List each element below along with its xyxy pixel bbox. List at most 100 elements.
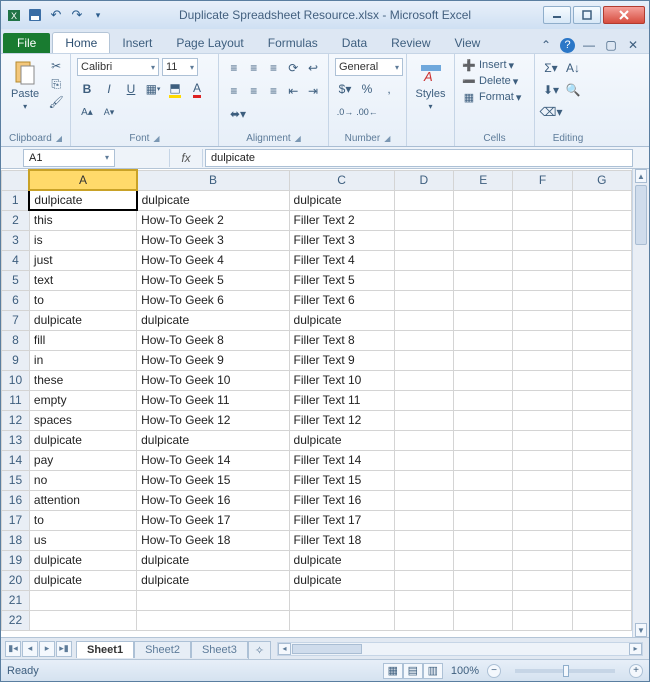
align-top-icon[interactable]: ≡ [225, 58, 243, 78]
cell-F22[interactable] [513, 610, 572, 630]
tab-data[interactable]: Data [330, 33, 379, 53]
cell-C11[interactable]: Filler Text 11 [289, 390, 394, 410]
cell-A17[interactable]: to [29, 510, 136, 530]
cell-G2[interactable] [572, 210, 631, 230]
cell-E13[interactable] [454, 430, 513, 450]
number-format-combo[interactable]: General▾ [335, 58, 403, 76]
cell-F11[interactable] [513, 390, 572, 410]
cell-B2[interactable]: How-To Geek 2 [137, 210, 289, 230]
cell-D12[interactable] [394, 410, 453, 430]
cell-G1[interactable] [572, 190, 631, 210]
cell-G19[interactable] [572, 550, 631, 570]
cell-C8[interactable]: Filler Text 8 [289, 330, 394, 350]
maximize-button[interactable] [573, 6, 601, 24]
cell-F1[interactable] [513, 190, 572, 210]
row-header[interactable]: 15 [2, 470, 30, 490]
cell-D9[interactable] [394, 350, 453, 370]
cell-C7[interactable]: dulpicate [289, 310, 394, 330]
fill-icon[interactable]: ⬇▾ [541, 80, 561, 100]
sort-filter-icon[interactable]: A↓ [563, 58, 583, 78]
horizontal-scrollbar[interactable]: ◂ ▸ [277, 642, 643, 656]
cell-G21[interactable] [572, 590, 631, 610]
cell-E21[interactable] [454, 590, 513, 610]
col-header-F[interactable]: F [513, 170, 572, 190]
cell-B21[interactable] [137, 590, 289, 610]
col-header-D[interactable]: D [394, 170, 453, 190]
tab-formulas[interactable]: Formulas [256, 33, 330, 53]
cell-G17[interactable] [572, 510, 631, 530]
cell-G8[interactable] [572, 330, 631, 350]
cell-D4[interactable] [394, 250, 453, 270]
cell-E15[interactable] [454, 470, 513, 490]
cell-D11[interactable] [394, 390, 453, 410]
cell-B16[interactable]: How-To Geek 16 [137, 490, 289, 510]
cell-A4[interactable]: just [29, 250, 136, 270]
decrease-decimal-icon[interactable]: .00← [357, 102, 377, 122]
cell-C9[interactable]: Filler Text 9 [289, 350, 394, 370]
cell-F4[interactable] [513, 250, 572, 270]
workbook-close-icon[interactable]: ✕ [625, 37, 641, 53]
styles-button[interactable]: A Styles▾ [413, 58, 448, 113]
cell-B20[interactable]: dulpicate [137, 570, 289, 590]
autosum-icon[interactable]: Σ▾ [541, 58, 561, 78]
cell-E8[interactable] [454, 330, 513, 350]
cell-C12[interactable]: Filler Text 12 [289, 410, 394, 430]
align-left-icon[interactable]: ≡ [225, 81, 243, 101]
cell-A1[interactable]: dulpicate [29, 190, 136, 210]
cell-G6[interactable] [572, 290, 631, 310]
cell-F7[interactable] [513, 310, 572, 330]
row-header[interactable]: 20 [2, 570, 30, 590]
cell-A15[interactable]: no [29, 470, 136, 490]
cell-E2[interactable] [454, 210, 513, 230]
cell-grid[interactable]: A B C D E F G 1dulpicatedulpicatedulpica… [1, 169, 632, 631]
col-header-G[interactable]: G [572, 170, 631, 190]
copy-icon[interactable]: ⎘ [47, 76, 65, 92]
cell-E9[interactable] [454, 350, 513, 370]
cell-C2[interactable]: Filler Text 2 [289, 210, 394, 230]
cell-G7[interactable] [572, 310, 631, 330]
increase-decimal-icon[interactable]: .0→ [335, 102, 355, 122]
underline-button[interactable]: U [121, 79, 141, 99]
row-header[interactable]: 12 [2, 410, 30, 430]
sheet-tab-3[interactable]: Sheet3 [191, 641, 248, 658]
page-layout-view-icon[interactable]: ▤ [403, 663, 423, 679]
row-header[interactable]: 9 [2, 350, 30, 370]
col-header-B[interactable]: B [137, 170, 289, 190]
help-icon[interactable]: ? [560, 38, 575, 53]
cell-C5[interactable]: Filler Text 5 [289, 270, 394, 290]
cell-D13[interactable] [394, 430, 453, 450]
cell-G4[interactable] [572, 250, 631, 270]
zoom-slider[interactable] [515, 669, 615, 673]
cell-F18[interactable] [513, 530, 572, 550]
cell-A5[interactable]: text [29, 270, 136, 290]
cell-C10[interactable]: Filler Text 10 [289, 370, 394, 390]
cell-F15[interactable] [513, 470, 572, 490]
font-color-button[interactable]: A [187, 79, 207, 99]
cell-D3[interactable] [394, 230, 453, 250]
col-header-A[interactable]: A [29, 170, 136, 190]
cell-A14[interactable]: pay [29, 450, 136, 470]
col-header-E[interactable]: E [454, 170, 513, 190]
cell-A20[interactable]: dulpicate [29, 570, 136, 590]
cell-E5[interactable] [454, 270, 513, 290]
cell-F8[interactable] [513, 330, 572, 350]
cell-D21[interactable] [394, 590, 453, 610]
row-header[interactable]: 7 [2, 310, 30, 330]
hscroll-thumb[interactable] [292, 644, 362, 654]
zoom-thumb[interactable] [563, 665, 569, 677]
cell-C17[interactable]: Filler Text 17 [289, 510, 394, 530]
cell-E22[interactable] [454, 610, 513, 630]
cell-A21[interactable] [29, 590, 136, 610]
decrease-indent-icon[interactable]: ⇤ [284, 81, 302, 101]
row-header[interactable]: 14 [2, 450, 30, 470]
decrease-font-icon[interactable]: A▾ [99, 102, 119, 122]
cell-E7[interactable] [454, 310, 513, 330]
cell-G13[interactable] [572, 430, 631, 450]
cell-A11[interactable]: empty [29, 390, 136, 410]
scroll-left-icon[interactable]: ◂ [278, 643, 291, 655]
cell-D22[interactable] [394, 610, 453, 630]
page-break-view-icon[interactable]: ▥ [423, 663, 443, 679]
align-center-icon[interactable]: ≡ [245, 81, 263, 101]
cell-A9[interactable]: in [29, 350, 136, 370]
row-header[interactable]: 21 [2, 590, 30, 610]
